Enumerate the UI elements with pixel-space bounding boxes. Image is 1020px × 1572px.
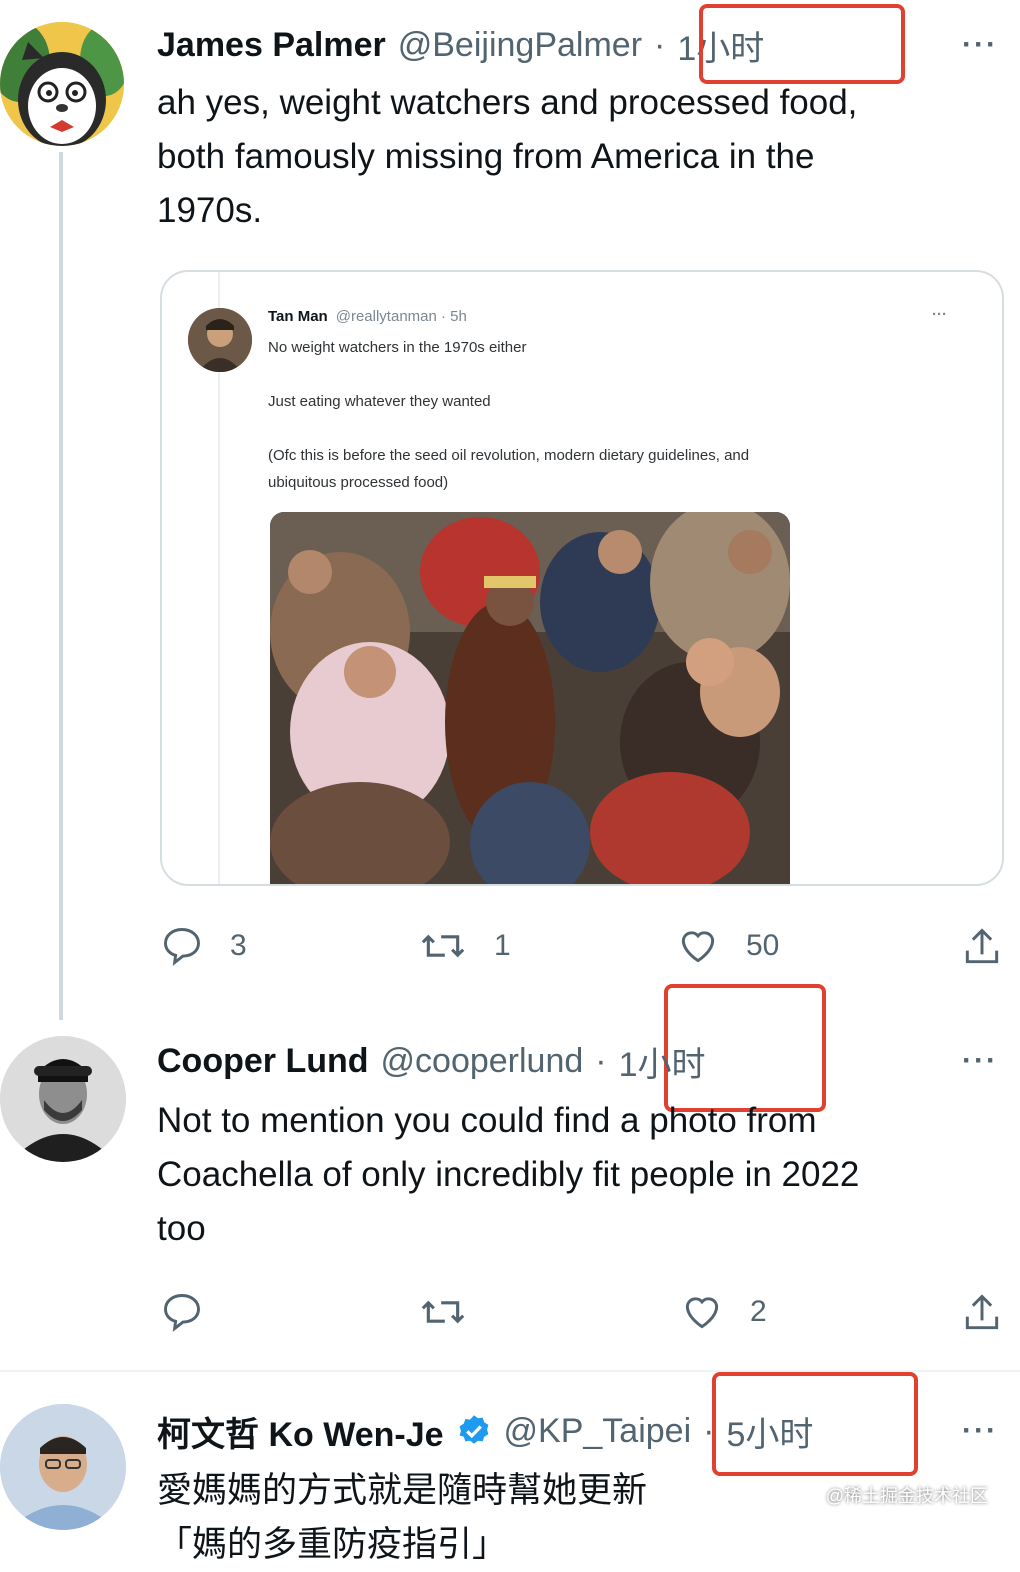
share-action[interactable] [960, 924, 1004, 970]
author-name[interactable]: 柯文哲 Ko Wen-Je [157, 1407, 444, 1456]
tweet-text-line: Coachella of only incredibly fit people … [157, 1155, 860, 1194]
avatar[interactable] [0, 1036, 126, 1162]
heart-icon [681, 931, 715, 963]
reply-icon [164, 928, 200, 966]
tweet-text: 愛媽媽的方式就是隨時幫她更新 「媽的多重防疫指引」 [157, 1464, 987, 1572]
quote-photo[interactable] [270, 512, 790, 884]
quote-author-name[interactable]: Tan Man [268, 308, 328, 325]
portrait-avatar-icon [0, 1036, 126, 1162]
tweet-text-line: Not to mention you could find a photo fr… [157, 1101, 817, 1140]
reply-count: 3 [230, 929, 247, 962]
author-handle[interactable]: @cooperlund [381, 1042, 584, 1081]
reply-action[interactable]: 3 [160, 924, 247, 968]
tweet-text: ah yes, weight watchers and processed fo… [157, 76, 987, 238]
author-name[interactable]: James Palmer [157, 26, 386, 65]
share-action[interactable] [960, 1290, 1004, 1336]
more-options-icon[interactable]: ··· [962, 1044, 998, 1078]
like-count: 50 [746, 929, 780, 962]
share-icon [965, 1294, 999, 1330]
tweet-text-line: 「媽的多重防疫指引」 [157, 1525, 508, 1564]
dot-separator: · [654, 25, 666, 64]
author-handle[interactable]: @KP_Taipei [504, 1412, 692, 1451]
retweet-action[interactable]: 1 [418, 924, 511, 968]
more-options-icon[interactable]: ··· [962, 1414, 998, 1448]
watermark: @稀土掘金技术社区 [825, 1486, 988, 1506]
verified-badge-icon [459, 1415, 488, 1444]
highlight-box [712, 1372, 918, 1476]
quote-line: No weight watchers in the 1970s either [268, 339, 527, 356]
quote-more-icon[interactable]: ··· [932, 306, 947, 323]
quote-avatar[interactable] [188, 308, 252, 372]
heart-icon [685, 1297, 719, 1329]
dot-separator: · [595, 1041, 607, 1080]
reply-icon [164, 1294, 200, 1332]
tweet-text-line: too [157, 1209, 206, 1248]
tweet-text-line: ah yes, weight watchers and processed fo… [157, 83, 858, 122]
author-name[interactable]: Cooper Lund [157, 1042, 369, 1081]
quote-author-handle[interactable]: @reallytanman · 5h [336, 308, 467, 325]
quoted-tweet-card[interactable]: Tan Man @reallytanman · 5h ··· No weight… [160, 270, 1004, 886]
like-action[interactable]: 2 [680, 1290, 767, 1334]
thread-line [59, 152, 63, 1020]
retweet-icon [421, 1300, 465, 1324]
tweet-text: Not to mention you could find a photo fr… [157, 1094, 987, 1256]
portrait-avatar-icon [0, 1404, 126, 1530]
like-action[interactable]: 50 [676, 924, 779, 968]
tweet-time[interactable]: 1小时 [619, 1037, 706, 1086]
quote-line: (Ofc this is before the seed oil revolut… [268, 447, 750, 464]
tweet-text-line: 1970s. [157, 191, 263, 230]
cartoon-avatar-icon [0, 22, 124, 146]
avatar[interactable] [0, 1404, 126, 1530]
quote-line: ubiquitous processed food) [268, 474, 449, 491]
share-icon [965, 928, 999, 964]
portrait-avatar-icon [188, 308, 252, 372]
retweet-icon [421, 934, 465, 958]
highlight-box [699, 4, 905, 84]
reply-action[interactable] [160, 1290, 204, 1334]
like-count: 2 [750, 1295, 767, 1328]
avatar[interactable] [0, 22, 124, 146]
more-options-icon[interactable]: ··· [962, 28, 998, 62]
quote-line: Just eating whatever they wanted [268, 393, 491, 410]
tweet-text-line: both famously missing from America in th… [157, 137, 815, 176]
crowd-photo-image [270, 512, 790, 884]
author-handle[interactable]: @BeijingPalmer [398, 26, 642, 65]
retweet-count: 1 [494, 929, 511, 962]
retweet-action[interactable] [418, 1290, 468, 1334]
